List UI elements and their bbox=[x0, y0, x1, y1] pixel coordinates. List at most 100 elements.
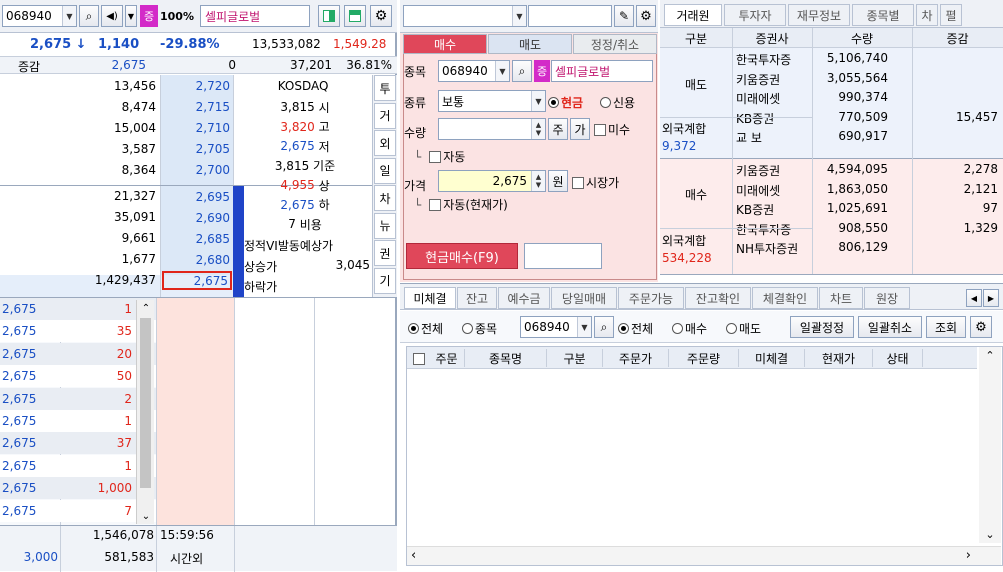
orders-vscroll[interactable]: ⌃ ⌄ bbox=[979, 347, 1001, 543]
broker-qty: 806,129 bbox=[838, 240, 888, 255]
side-tab[interactable]: 거 bbox=[374, 102, 396, 129]
auto-current-checkbox[interactable]: └ 자동(현재가) bbox=[414, 196, 564, 213]
sell-price[interactable]: 2,700 bbox=[162, 163, 230, 177]
order-tab[interactable]: 매도 bbox=[488, 34, 572, 54]
layout-icon-1[interactable] bbox=[318, 5, 340, 27]
chevron-right-icon: ▶ bbox=[987, 293, 995, 303]
broker-name: 미래에셋 bbox=[736, 92, 781, 107]
chevron-down-icon: ⌄ bbox=[985, 528, 995, 541]
side-all-radio[interactable]: 전체 bbox=[618, 320, 670, 337]
shares-button[interactable]: 주 bbox=[548, 118, 568, 140]
gear-icon[interactable]: ⚙ bbox=[370, 5, 392, 27]
broker-tab[interactable]: 펼 bbox=[940, 4, 962, 26]
order-tab[interactable]: 매수 bbox=[403, 34, 487, 54]
side-tab[interactable]: 외 bbox=[374, 130, 396, 156]
percent-label: 100% bbox=[160, 9, 194, 23]
broker-tab[interactable]: 재무정보 bbox=[788, 4, 850, 26]
search-button[interactable]: ⌕ bbox=[79, 5, 99, 27]
price-button[interactable]: 가 bbox=[570, 118, 590, 140]
cash-radio[interactable]: 현금 bbox=[548, 94, 600, 111]
side-tab[interactable]: 투 bbox=[374, 75, 396, 101]
tick-qty: 1 bbox=[124, 458, 132, 473]
buy-price[interactable]: 2,685 bbox=[162, 229, 232, 248]
bottom-tab[interactable]: 미체결 bbox=[404, 287, 456, 309]
edit-icon[interactable]: ✎ bbox=[614, 5, 634, 27]
stock-code-select[interactable]: 068940 ▼ bbox=[2, 5, 77, 27]
orders-hscroll[interactable]: ‹ › bbox=[407, 546, 1001, 565]
bottom-tab[interactable]: 주문가능 bbox=[618, 287, 684, 309]
bottom-tab[interactable]: 예수금 bbox=[498, 287, 550, 309]
market-price-checkbox[interactable]: 시장가 bbox=[572, 174, 656, 191]
search-button[interactable]: ⌕ bbox=[594, 316, 614, 338]
menu-dropdown-button[interactable]: ▼ bbox=[125, 5, 137, 27]
bulk-edit-button[interactable]: 일괄정정 bbox=[790, 316, 854, 338]
sell-price[interactable]: 2,715 bbox=[162, 100, 230, 114]
tab-scroll-left[interactable]: ◀ bbox=[966, 289, 982, 307]
buy-price[interactable]: 2,680 bbox=[162, 250, 232, 269]
misu-checkbox[interactable]: 미수 bbox=[594, 121, 656, 138]
broker-tab[interactable]: 투자자 bbox=[724, 4, 786, 26]
sell-foreign-value: 9,372 bbox=[662, 139, 697, 153]
up-value: 3,045 bbox=[335, 258, 370, 272]
query-button[interactable]: 조회 bbox=[926, 316, 966, 338]
tick-price: 2,675 bbox=[2, 324, 37, 339]
bottom-tab[interactable]: 차트 bbox=[819, 287, 863, 309]
margin-badge: 증 bbox=[534, 60, 550, 82]
price-input[interactable]: 2,675 ▲ ▼ bbox=[438, 170, 546, 192]
buy-price[interactable]: 2,695 bbox=[162, 187, 232, 206]
account-select[interactable]: ▼ bbox=[403, 5, 527, 27]
buy-qty: 9,661 bbox=[121, 231, 156, 245]
tab-scroll-right[interactable]: ▶ bbox=[983, 289, 999, 307]
credit-radio[interactable]: 신용 bbox=[600, 94, 656, 111]
broker-tab[interactable]: 종목별 bbox=[852, 4, 914, 26]
auto-qty-checkbox[interactable]: └ 자동 bbox=[414, 148, 504, 165]
order-type-select[interactable]: 보통 ▼ bbox=[438, 90, 546, 112]
broker-tab[interactable]: 차 bbox=[916, 4, 938, 26]
side-tab[interactable]: 일 bbox=[374, 157, 396, 184]
speaker-button[interactable]: ◀) bbox=[101, 5, 123, 27]
bottom-tab[interactable]: 당일매매 bbox=[551, 287, 617, 309]
filter-code-select[interactable]: 068940 ▼ bbox=[520, 316, 592, 338]
side-tab[interactable]: 뉴 bbox=[374, 212, 396, 239]
search-button[interactable]: ⌕ bbox=[512, 60, 532, 82]
side-tab[interactable]: 차 bbox=[374, 185, 396, 211]
broker-name: NH투자증권 bbox=[736, 242, 799, 257]
sell-price[interactable]: 2,720 bbox=[162, 79, 230, 93]
sell-price[interactable]: 2,705 bbox=[162, 142, 230, 156]
stock-info-row: 3,815 기준 bbox=[274, 158, 336, 174]
buy-price[interactable]: 2,675 bbox=[162, 271, 232, 290]
won-button[interactable]: 원 bbox=[548, 170, 568, 192]
gear-icon[interactable]: ⚙ bbox=[636, 5, 656, 27]
buy-price[interactable]: 2,690 bbox=[162, 208, 232, 227]
bottom-tab[interactable]: 잔고확인 bbox=[685, 287, 751, 309]
tick-price: 2,675 bbox=[2, 414, 37, 428]
order-tab[interactable]: 정정/취소 bbox=[573, 34, 657, 54]
side-sell-radio[interactable]: 매도 bbox=[726, 320, 786, 337]
sell-qty: 8,364 bbox=[121, 163, 156, 177]
side-tab[interactable]: 권 bbox=[374, 240, 396, 266]
quantity-input[interactable]: ▲ ▼ bbox=[438, 118, 546, 140]
order-code-select[interactable]: 068940 ▼ bbox=[438, 60, 510, 82]
bulk-cancel-button[interactable]: 일괄취소 bbox=[858, 316, 922, 338]
filter-stock-radio[interactable]: 종목 bbox=[462, 320, 522, 337]
bottom-tab[interactable]: 체결확인 bbox=[752, 287, 818, 309]
broker-tab[interactable]: 거래원 bbox=[664, 4, 722, 26]
tick-price: 2,675 bbox=[2, 391, 37, 406]
bottom-tab[interactable]: 잔고 bbox=[457, 287, 497, 309]
order-stock-name[interactable]: 셀피글로벌 bbox=[551, 60, 653, 82]
stock-name-field[interactable]: 셀피글로벌 bbox=[200, 5, 310, 27]
filter-all-radio[interactable]: 전체 bbox=[408, 320, 460, 337]
cash-buy-button[interactable]: 현금매수(F9) bbox=[406, 243, 518, 269]
sell-qty: 15,004 bbox=[114, 121, 156, 135]
tick-price: 2,675 bbox=[2, 369, 37, 384]
bottom-tab[interactable]: 원장 bbox=[864, 287, 910, 309]
password-field[interactable] bbox=[528, 5, 612, 27]
sell-price[interactable]: 2,710 bbox=[162, 121, 230, 135]
side-tab[interactable]: 기 bbox=[374, 267, 396, 294]
layout-icon-2[interactable] bbox=[344, 5, 366, 27]
select-all-checkbox[interactable] bbox=[413, 351, 427, 365]
left-toolbar: 068940 ▼ ⌕ ◀) ▼ 증 100% 셀피글로벌 ⚙ bbox=[0, 0, 397, 33]
tick-scrollbar[interactable]: ⌃ ⌄ bbox=[136, 300, 154, 524]
side-buy-radio[interactable]: 매수 bbox=[672, 320, 724, 337]
gear-icon[interactable]: ⚙ bbox=[970, 316, 992, 338]
